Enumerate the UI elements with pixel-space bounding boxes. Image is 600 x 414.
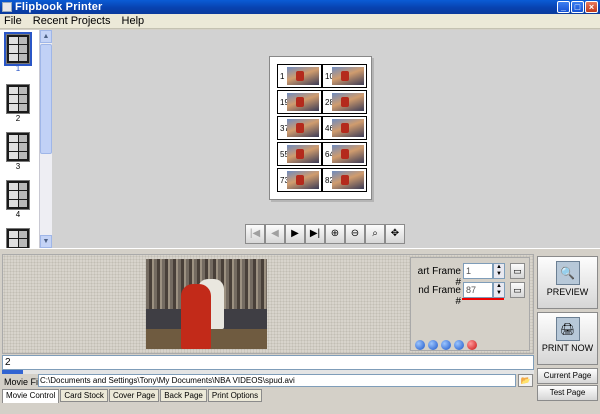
frame-cell: 82 [322, 168, 367, 192]
frame-cell-image [332, 119, 364, 137]
pan-icon[interactable]: ✥ [385, 224, 405, 244]
zoom-out-icon[interactable]: ⊖ [345, 224, 365, 244]
frame-cell: 28 [322, 90, 367, 114]
rewind-icon[interactable] [415, 340, 425, 350]
movie-file-path-field[interactable]: C:\Documents and Settings\Tony\My Docume… [38, 374, 516, 387]
start-frame-spinner[interactable]: ▲ ▼ [493, 263, 505, 279]
frame-range-panel: art Frame # 1 ▲ ▼ ▭ nd Frame # 87 ▲ ▼ ▭ [410, 257, 530, 351]
frame-cell: 73 [277, 168, 322, 192]
frame-cell-number: 1 [280, 72, 285, 81]
test-page-button[interactable]: Test Page [537, 385, 598, 401]
current-page-button[interactable]: Current Page [537, 368, 598, 384]
start-frame-field[interactable]: 1 [463, 263, 493, 279]
menu-file[interactable]: File [0, 14, 26, 29]
printer-icon: 🖨 [555, 317, 580, 341]
frame-cell-image [287, 119, 319, 137]
open-folder-icon[interactable]: 📂 [518, 374, 533, 387]
frame-cell-image [332, 67, 364, 85]
end-frame-label: nd Frame # [418, 285, 461, 307]
thumbnail-number: 1 [15, 64, 21, 73]
prev-page-icon[interactable]: ◀ [265, 224, 285, 244]
menu-recent-projects[interactable]: Recent Projects [29, 14, 115, 29]
frame-cell-image [287, 93, 319, 111]
settings-tabs: Movie Control Card Stock Cover Page Back… [2, 389, 263, 404]
scroll-down-icon[interactable]: ▼ [40, 235, 52, 248]
app-icon [2, 2, 12, 12]
menu-bar: File Recent Projects Help [0, 14, 600, 29]
record-icon[interactable] [467, 340, 477, 350]
frame-cell: 10 [322, 64, 367, 88]
step-back-icon[interactable] [428, 340, 438, 350]
zoom-fit-icon[interactable]: ⌕ [365, 224, 385, 244]
menu-help[interactable]: Help [118, 14, 149, 29]
first-page-icon[interactable]: |◀ [245, 224, 265, 244]
preview-label: PREVIEW [546, 287, 589, 297]
play-icon[interactable] [441, 340, 451, 350]
maximize-icon[interactable]: □ [571, 1, 584, 13]
scrollbar-thumb[interactable] [40, 44, 52, 154]
page-thumbnail[interactable] [4, 228, 32, 248]
set-start-frame-icon[interactable]: ▭ [510, 263, 525, 279]
set-end-frame-icon[interactable]: ▭ [510, 282, 525, 298]
preview-button[interactable]: 🔍 PREVIEW [537, 256, 598, 309]
next-page-icon[interactable]: ▶ [285, 224, 305, 244]
zoom-in-icon[interactable]: ⊕ [325, 224, 345, 244]
preview-toolbar: |◀ ◀ ▶ ▶| ⊕ ⊖ ⌕ ✥ [245, 224, 405, 246]
tab-cover-page[interactable]: Cover Page [108, 389, 160, 402]
end-frame-spinner[interactable]: ▲ ▼ [493, 282, 505, 298]
page-thumbnail[interactable]: 4 [4, 180, 32, 220]
page-thumbnail[interactable]: 1 [4, 32, 32, 74]
tab-back-page[interactable]: Back Page [160, 389, 207, 402]
frame-cell-image [287, 145, 319, 163]
step-forward-icon[interactable] [454, 340, 464, 350]
print-now-button[interactable]: 🖨 PRINT NOW [537, 312, 598, 365]
frame-cell: 1 [277, 64, 322, 88]
frame-cell: 55 [277, 142, 322, 166]
tab-movie-control[interactable]: Movie Control [2, 389, 60, 403]
movie-file-label: Movie Fil [4, 377, 41, 387]
thumbnail-scrollbar[interactable]: ▲ ▼ [39, 30, 52, 248]
print-page-preview: 1 10 19 28 37 46 55 64 73 82 [269, 56, 372, 200]
page-thumbnail-list: 1 2 3 4 [0, 30, 39, 248]
thumbnail-number: 4 [15, 210, 21, 219]
window-title: Flipbook Printer [15, 1, 103, 13]
tab-card-stock[interactable]: Card Stock [60, 389, 108, 402]
print-now-label: PRINT NOW [541, 343, 594, 353]
frame-cell-image [332, 171, 364, 189]
frame-cell: 64 [322, 142, 367, 166]
frame-cell: 46 [322, 116, 367, 140]
page-thumbnail[interactable]: 2 [4, 84, 32, 124]
frame-cell-image [332, 145, 364, 163]
frame-number-field[interactable]: 2 [2, 355, 534, 370]
tab-print-options[interactable]: Print Options [207, 389, 263, 402]
playback-controls [415, 340, 480, 350]
frame-cell-image [287, 67, 319, 85]
frame-cell-image [332, 93, 364, 111]
thumbnail-number: 3 [15, 162, 21, 171]
title-bar: Flipbook Printer _ □ × [0, 0, 600, 14]
video-frame [146, 259, 267, 349]
end-frame-underline [462, 298, 504, 300]
start-frame-row: art Frame # 1 ▲ ▼ ▭ [413, 263, 527, 288]
last-page-icon[interactable]: ▶| [305, 224, 325, 244]
page-thumbnail[interactable]: 3 [4, 132, 32, 172]
end-frame-field[interactable]: 87 [463, 282, 493, 298]
close-icon[interactable]: × [585, 1, 598, 13]
thumbnail-number: 2 [15, 114, 21, 123]
frame-cell: 19 [277, 90, 322, 114]
scroll-up-icon[interactable]: ▲ [40, 30, 52, 43]
minimize-icon[interactable]: _ [557, 1, 570, 13]
frame-cell-image [287, 171, 319, 189]
frame-cell: 37 [277, 116, 322, 140]
magnifier-icon: 🔍 [555, 261, 580, 285]
